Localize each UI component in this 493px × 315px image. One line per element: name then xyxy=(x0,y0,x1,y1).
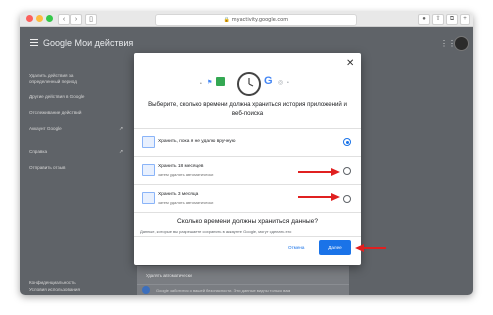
app-logo[interactable]: Google Мои действия xyxy=(43,38,133,48)
sidebar-item-delete-period[interactable]: Удалить действия за определенный период xyxy=(29,73,89,85)
sidebar-item-google-account[interactable]: Аккаунт Google xyxy=(29,126,119,132)
calendar-icon xyxy=(142,192,155,204)
background-bottom-text: Google заботится о вашей безопасности. Э… xyxy=(156,288,291,293)
external-link-icon: ↗ xyxy=(119,126,124,132)
sidebar-item-privacy[interactable]: Конфиденциальность xyxy=(29,280,119,286)
menu-icon[interactable] xyxy=(30,39,38,48)
close-icon[interactable]: ✕ xyxy=(346,58,354,69)
address-bar[interactable]: 🔒 myactivity.google.com xyxy=(155,14,357,26)
app-title: Мои действия xyxy=(74,38,134,48)
clock-icon xyxy=(237,72,261,96)
sidebar-item-other-activity[interactable]: Другие действия в Google xyxy=(29,94,119,100)
divider xyxy=(134,212,361,213)
option-keep-3-months[interactable]: Хранить 3 месяца затем удалять автоматич… xyxy=(134,185,361,211)
new-tab-icon[interactable]: + xyxy=(460,14,470,25)
share-icon[interactable]: ⇧ xyxy=(432,14,444,25)
next-button[interactable]: Далее xyxy=(319,240,351,255)
radio-keep-3-months[interactable] xyxy=(343,195,351,203)
option-keep-18-months[interactable]: Хранить 18 месяцев затем удалять автомат… xyxy=(134,157,361,183)
sidebar-icon[interactable]: ▯ xyxy=(85,14,97,25)
dot-icon: • xyxy=(200,81,202,87)
maps-icon xyxy=(216,77,225,86)
dialog-heading: Выберите, сколько времени должна хранить… xyxy=(148,101,347,117)
small-dot-icon: • xyxy=(287,80,289,86)
illustration: • ⚑ G ◎ • xyxy=(194,71,304,101)
divider xyxy=(134,236,361,237)
calendar-icon xyxy=(142,164,155,176)
forward-icon[interactable]: › xyxy=(70,14,82,25)
info-text: Данные, которые вы разрешаете сохранять … xyxy=(140,229,292,234)
option-label: Хранить, пока я не удалю вручную xyxy=(158,139,236,144)
tabs-icon[interactable]: ⧉ xyxy=(446,14,458,25)
browser-titlebar: ‹ › ▯ 🔒 myactivity.google.com ● ⇧ ⧉ + xyxy=(20,12,473,27)
radio-keep-18-months[interactable] xyxy=(343,167,351,175)
avatar[interactable] xyxy=(454,36,469,51)
sidebar-item-feedback[interactable]: Отправить отзыв xyxy=(29,165,119,171)
background-divider xyxy=(137,284,349,285)
sidebar: Удалить действия за определенный период … xyxy=(20,59,132,295)
shield-icon xyxy=(142,286,150,294)
back-icon[interactable]: ‹ xyxy=(58,14,70,25)
option-sublabel: затем удалять автоматически xyxy=(158,200,214,205)
calendar-icon xyxy=(142,136,155,148)
minimize-window-button[interactable] xyxy=(36,15,43,22)
option-label: Хранить 3 месяца xyxy=(158,192,199,197)
option-label: Хранить 18 месяцев xyxy=(158,164,204,169)
google-logo-text: Google xyxy=(43,38,73,48)
sidebar-item-activity-controls[interactable]: Отслеживание действий xyxy=(29,110,119,116)
sidebar-item-terms[interactable]: Условия использования xyxy=(29,287,119,293)
google-g-icon: G xyxy=(264,75,273,87)
option-keep-manual[interactable]: Хранить, пока я не удалю вручную xyxy=(134,129,361,155)
background-card-text: Удалять автоматически xyxy=(146,273,192,278)
extension-icon[interactable]: ● xyxy=(418,14,430,25)
address-text: myactivity.google.com xyxy=(231,17,289,23)
settings-icon: ◎ xyxy=(278,80,284,86)
info-question: Сколько времени должны храниться данные? xyxy=(177,218,318,225)
retention-dialog: ✕ • ⚑ G ◎ • Выберите, сколько времени до… xyxy=(134,53,361,265)
sidebar-item-help[interactable]: Справка xyxy=(29,149,119,155)
zoom-window-button[interactable] xyxy=(46,15,53,22)
option-sublabel: затем удалять автоматически xyxy=(158,172,214,177)
close-window-button[interactable] xyxy=(26,15,33,22)
external-link-icon: ↗ xyxy=(119,149,124,155)
lock-icon: 🔒 xyxy=(223,17,231,23)
flag-icon: ⚑ xyxy=(207,80,213,86)
radio-keep-manual[interactable] xyxy=(343,138,351,146)
cancel-button[interactable]: Отмена xyxy=(288,245,304,250)
